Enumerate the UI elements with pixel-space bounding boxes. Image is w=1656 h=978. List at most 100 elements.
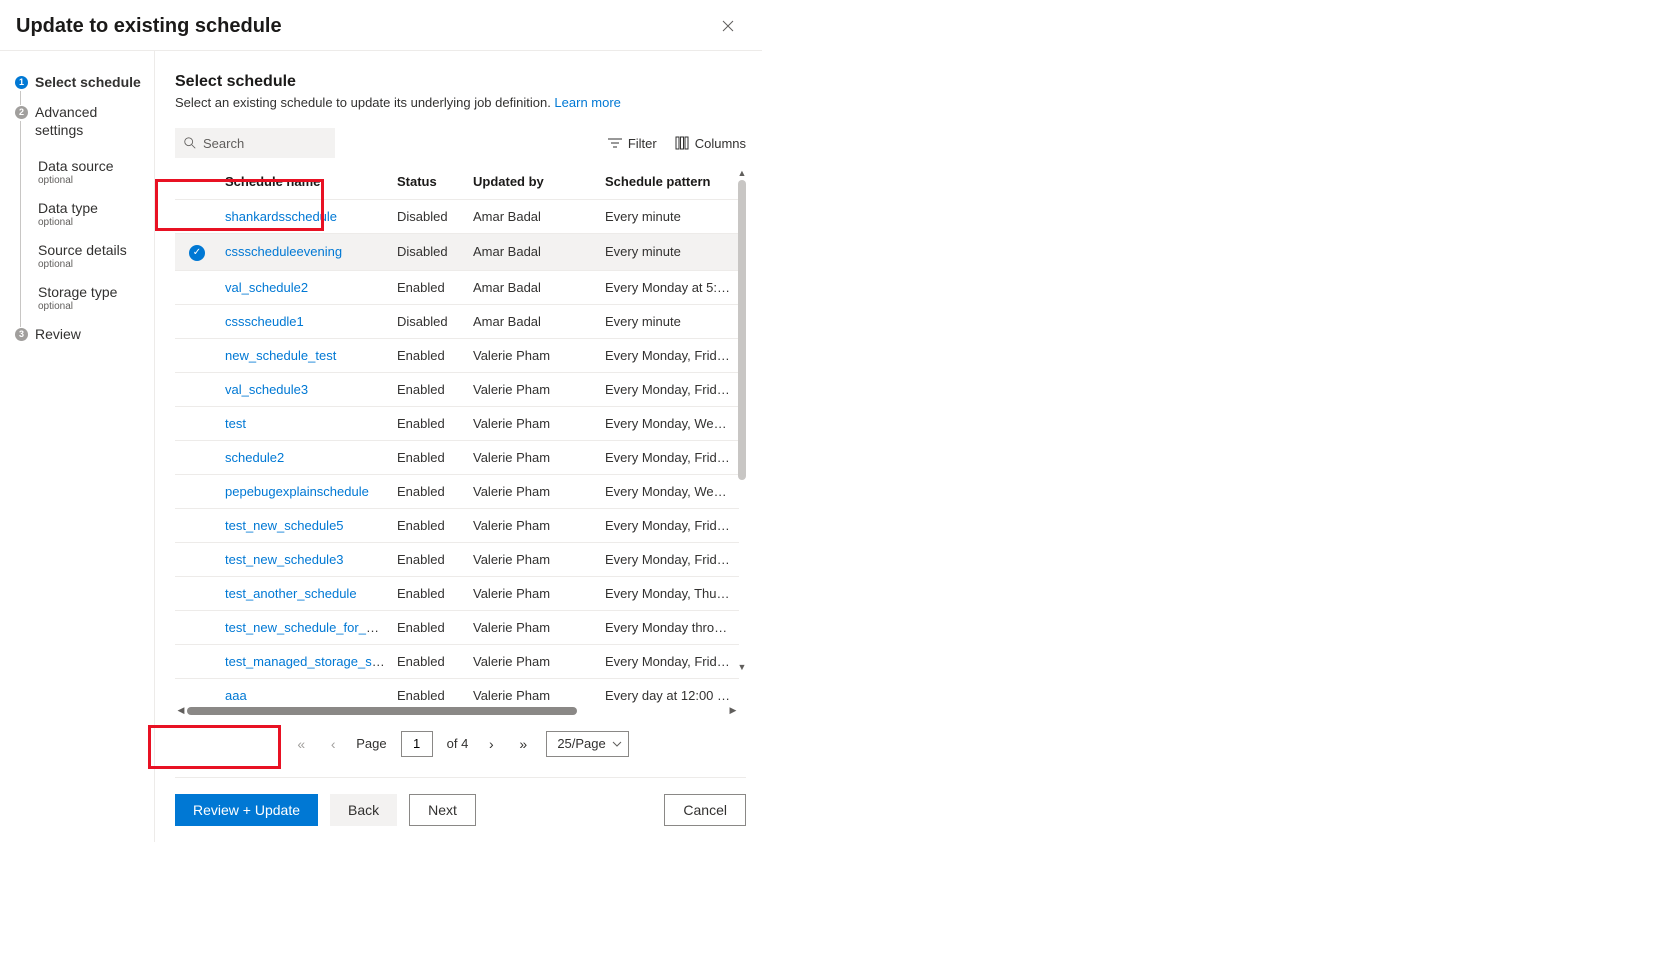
substep-source-details[interactable]: Source details optional: [35, 241, 144, 271]
schedule-name-link[interactable]: cssscheudle1: [225, 314, 304, 329]
th-updated-by[interactable]: Updated by: [467, 164, 599, 200]
schedule-name-link[interactable]: aaa: [225, 688, 247, 703]
scroll-up-arrow[interactable]: ▲: [737, 168, 747, 178]
th-schedule-pattern[interactable]: Schedule pattern: [599, 164, 739, 200]
status-cell: Enabled: [391, 542, 467, 576]
schedule-name-link[interactable]: val_schedule3: [225, 382, 308, 397]
row-select-cell[interactable]: [175, 508, 219, 542]
status-cell: Enabled: [391, 440, 467, 474]
page-next-icon[interactable]: ›: [482, 736, 500, 752]
horizontal-scrollbar-thumb[interactable]: [187, 707, 577, 715]
vertical-scrollbar-thumb[interactable]: [738, 180, 746, 480]
row-select-cell[interactable]: [175, 200, 219, 234]
schedule-name-link[interactable]: cssscheduleevening: [225, 244, 342, 259]
row-select-cell[interactable]: ✓: [175, 234, 219, 271]
th-status[interactable]: Status: [391, 164, 467, 200]
row-select-cell[interactable]: [175, 304, 219, 338]
substep-data-type[interactable]: Data type optional: [35, 199, 144, 229]
close-icon[interactable]: [716, 14, 740, 38]
columns-button[interactable]: Columns: [675, 136, 746, 151]
schedule-name-link[interactable]: shankardsschedule: [225, 209, 337, 224]
schedule-pattern-cell: Every Monday, Wednesday,: [599, 474, 739, 508]
page-last-icon[interactable]: »: [514, 736, 532, 752]
schedule-name-link[interactable]: test_new_schedule3: [225, 552, 344, 567]
table-row[interactable]: test_new_schedule5EnabledValerie PhamEve…: [175, 508, 739, 542]
row-select-cell[interactable]: [175, 678, 219, 703]
substep-data-source[interactable]: Data source optional: [35, 157, 144, 187]
filter-button[interactable]: Filter: [608, 136, 657, 151]
review-update-button[interactable]: Review + Update: [175, 794, 318, 826]
schedule-name-link[interactable]: test_another_schedule: [225, 586, 357, 601]
learn-more-link[interactable]: Learn more: [554, 95, 620, 110]
page-first-icon[interactable]: «: [292, 736, 310, 752]
table-row[interactable]: test_new_schedule_for_manage...EnabledVa…: [175, 610, 739, 644]
page-size-select[interactable]: 25/Page: [546, 731, 628, 757]
table-row[interactable]: val_schedule3EnabledValerie PhamEvery Mo…: [175, 372, 739, 406]
row-select-cell[interactable]: [175, 610, 219, 644]
table-row[interactable]: new_schedule_testEnabledValerie PhamEver…: [175, 338, 739, 372]
updated-by-cell: Amar Badal: [467, 270, 599, 304]
row-select-cell[interactable]: [175, 542, 219, 576]
search-box[interactable]: [175, 128, 335, 158]
schedule-pattern-cell: Every day at 12:00 PM (UTC): [599, 678, 739, 703]
status-cell: Enabled: [391, 474, 467, 508]
scroll-left-arrow[interactable]: ◀: [175, 705, 187, 716]
row-select-cell[interactable]: [175, 338, 219, 372]
table-row[interactable]: test_new_schedule3EnabledValerie PhamEve…: [175, 542, 739, 576]
schedule-name-link[interactable]: test_managed_storage_schedule: [225, 654, 391, 669]
table-row[interactable]: test_another_scheduleEnabledValerie Pham…: [175, 576, 739, 610]
updated-by-cell: Amar Badal: [467, 304, 599, 338]
table-row[interactable]: aaaEnabledValerie PhamEvery day at 12:00…: [175, 678, 739, 703]
schedule-pattern-cell: Every Monday, Friday at 4:00: [599, 644, 739, 678]
table-row[interactable]: schedule2EnabledValerie PhamEvery Monday…: [175, 440, 739, 474]
row-select-cell[interactable]: [175, 440, 219, 474]
table-row[interactable]: test_managed_storage_scheduleEnabledVale…: [175, 644, 739, 678]
back-button[interactable]: Back: [330, 794, 397, 826]
th-schedule-name[interactable]: Schedule name: [219, 164, 391, 200]
table-row[interactable]: val_schedule2EnabledAmar BadalEvery Mond…: [175, 270, 739, 304]
schedule-name-link[interactable]: test_new_schedule5: [225, 518, 344, 533]
row-select-cell[interactable]: [175, 576, 219, 610]
status-cell: Enabled: [391, 678, 467, 703]
scroll-down-arrow[interactable]: ▼: [737, 662, 747, 672]
row-select-cell[interactable]: [175, 406, 219, 440]
table-row[interactable]: ✓cssscheduleeveningDisabledAmar BadalEve…: [175, 234, 739, 271]
table-row[interactable]: cssscheudle1DisabledAmar BadalEvery minu…: [175, 304, 739, 338]
schedule-pattern-cell: Every Monday at 5:00 PM (UTC): [599, 270, 739, 304]
table-row[interactable]: shankardsscheduleDisabledAmar BadalEvery…: [175, 200, 739, 234]
row-select-cell[interactable]: [175, 372, 219, 406]
row-select-cell[interactable]: [175, 270, 219, 304]
schedule-name-link[interactable]: new_schedule_test: [225, 348, 336, 363]
step-label: Select schedule: [35, 73, 144, 91]
schedule-name-link[interactable]: test: [225, 416, 246, 431]
table-row[interactable]: testEnabledValerie PhamEvery Monday, Wed…: [175, 406, 739, 440]
page-title: Select schedule: [175, 73, 746, 91]
scroll-right-arrow[interactable]: ▶: [727, 705, 739, 716]
schedule-name-link[interactable]: val_schedule2: [225, 280, 308, 295]
step-select-schedule[interactable]: 1 Select schedule: [15, 73, 144, 91]
schedule-table: Schedule name Status Updated by Schedule…: [175, 164, 739, 703]
schedule-pattern-cell: Every Monday, Wednesday,: [599, 406, 739, 440]
schedule-name-link[interactable]: pepebugexplainschedule: [225, 484, 369, 499]
page-input[interactable]: [401, 731, 433, 757]
columns-label: Columns: [695, 136, 746, 151]
filter-icon: [608, 137, 622, 149]
schedule-pattern-cell: Every Monday, Friday at 7:00: [599, 440, 739, 474]
step-advanced-settings[interactable]: 2 Advanced settings Data source optional…: [15, 103, 144, 313]
substep-optional: optional: [38, 217, 144, 229]
substep-optional: optional: [38, 259, 144, 271]
search-input[interactable]: [203, 136, 313, 151]
schedule-name-link[interactable]: test_new_schedule_for_manage...: [225, 620, 391, 635]
row-select-cell[interactable]: [175, 644, 219, 678]
page-label: Page: [356, 736, 386, 751]
substep-label: Storage type: [38, 283, 144, 301]
cancel-button[interactable]: Cancel: [664, 794, 746, 826]
substep-storage-type[interactable]: Storage type optional: [35, 283, 144, 313]
horizontal-scrollbar-track[interactable]: [187, 707, 727, 715]
row-select-cell[interactable]: [175, 474, 219, 508]
page-prev-icon[interactable]: ‹: [324, 736, 342, 752]
step-review[interactable]: 3 Review: [15, 325, 144, 343]
schedule-name-link[interactable]: schedule2: [225, 450, 284, 465]
next-button[interactable]: Next: [409, 794, 476, 826]
table-row[interactable]: pepebugexplainscheduleEnabledValerie Pha…: [175, 474, 739, 508]
